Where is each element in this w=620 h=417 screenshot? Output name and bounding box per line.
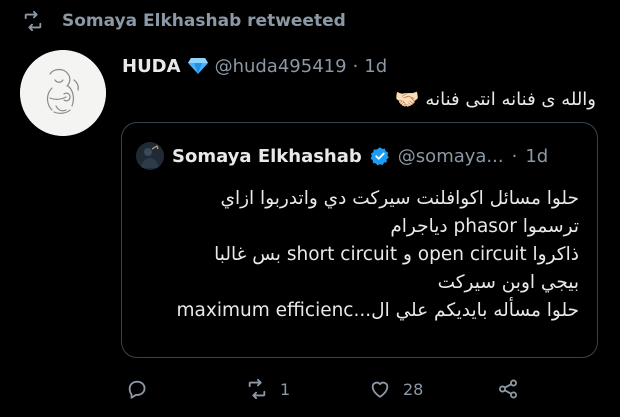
reply-icon	[126, 378, 148, 400]
quote-body: حلوا مسائل اكوافلنت سيركت دي واتدربوا از…	[129, 185, 579, 325]
like-count: 28	[403, 379, 424, 399]
author-handle[interactable]: @huda495419	[215, 56, 347, 77]
quote-author-name: Somaya Elkhashab	[172, 145, 362, 167]
tweet-header: HUDA @huda495419 · 1d	[122, 52, 387, 80]
retweet-count: 1	[280, 379, 291, 399]
reply-button[interactable]	[126, 372, 148, 406]
quote-header: Somaya Elkhashab @somaya... · 1d	[136, 141, 548, 171]
share-icon	[497, 378, 519, 400]
heart-icon	[369, 378, 391, 400]
action-bar: 1 28	[0, 372, 620, 406]
like-button[interactable]: 28	[369, 372, 423, 406]
retweet-banner: Somaya Elkhashab retweeted	[22, 8, 346, 34]
tweet-text: والله ى فنانه انتى فنانه 🤝🏻	[395, 84, 596, 114]
quote-avatar	[136, 142, 164, 170]
quote-line: بيجي اوبن سيركت	[437, 272, 579, 293]
tweet-text-content: والله ى فنانه انتى فنانه	[425, 88, 596, 110]
tweet-time[interactable]: 1d	[364, 56, 387, 77]
separator-dot: ·	[352, 55, 359, 77]
quote-author-handle: @somaya...	[397, 145, 504, 167]
author-name[interactable]: HUDA	[122, 56, 181, 77]
retweet-button[interactable]: 1	[246, 372, 290, 406]
quote-line: حلوا مسأله بايديكم علي ال...maximum effi…	[176, 300, 579, 321]
quoted-tweet-card[interactable]: Somaya Elkhashab @somaya... · 1d حلوا مس…	[121, 122, 598, 358]
quote-separator-dot: ·	[511, 145, 518, 167]
handshake-emoji: 🤝🏻	[394, 87, 420, 111]
avatar[interactable]	[20, 50, 106, 136]
quote-line: ذاكروا open circuit و short circuit بس غ…	[214, 244, 579, 265]
retweet-icon	[246, 378, 268, 400]
blue-diamond-icon	[187, 57, 209, 75]
quote-line: حلوا مسائل اكوافلنت سيركت دي واتدربوا از…	[220, 188, 579, 209]
quote-time: 1d	[525, 145, 549, 167]
retweet-banner-text[interactable]: Somaya Elkhashab retweeted	[62, 11, 346, 31]
quote-line: ترسموا phasor دياجرام	[390, 216, 579, 237]
verified-badge-icon	[370, 146, 390, 166]
share-button[interactable]	[497, 372, 519, 406]
retweet-icon	[22, 10, 44, 32]
